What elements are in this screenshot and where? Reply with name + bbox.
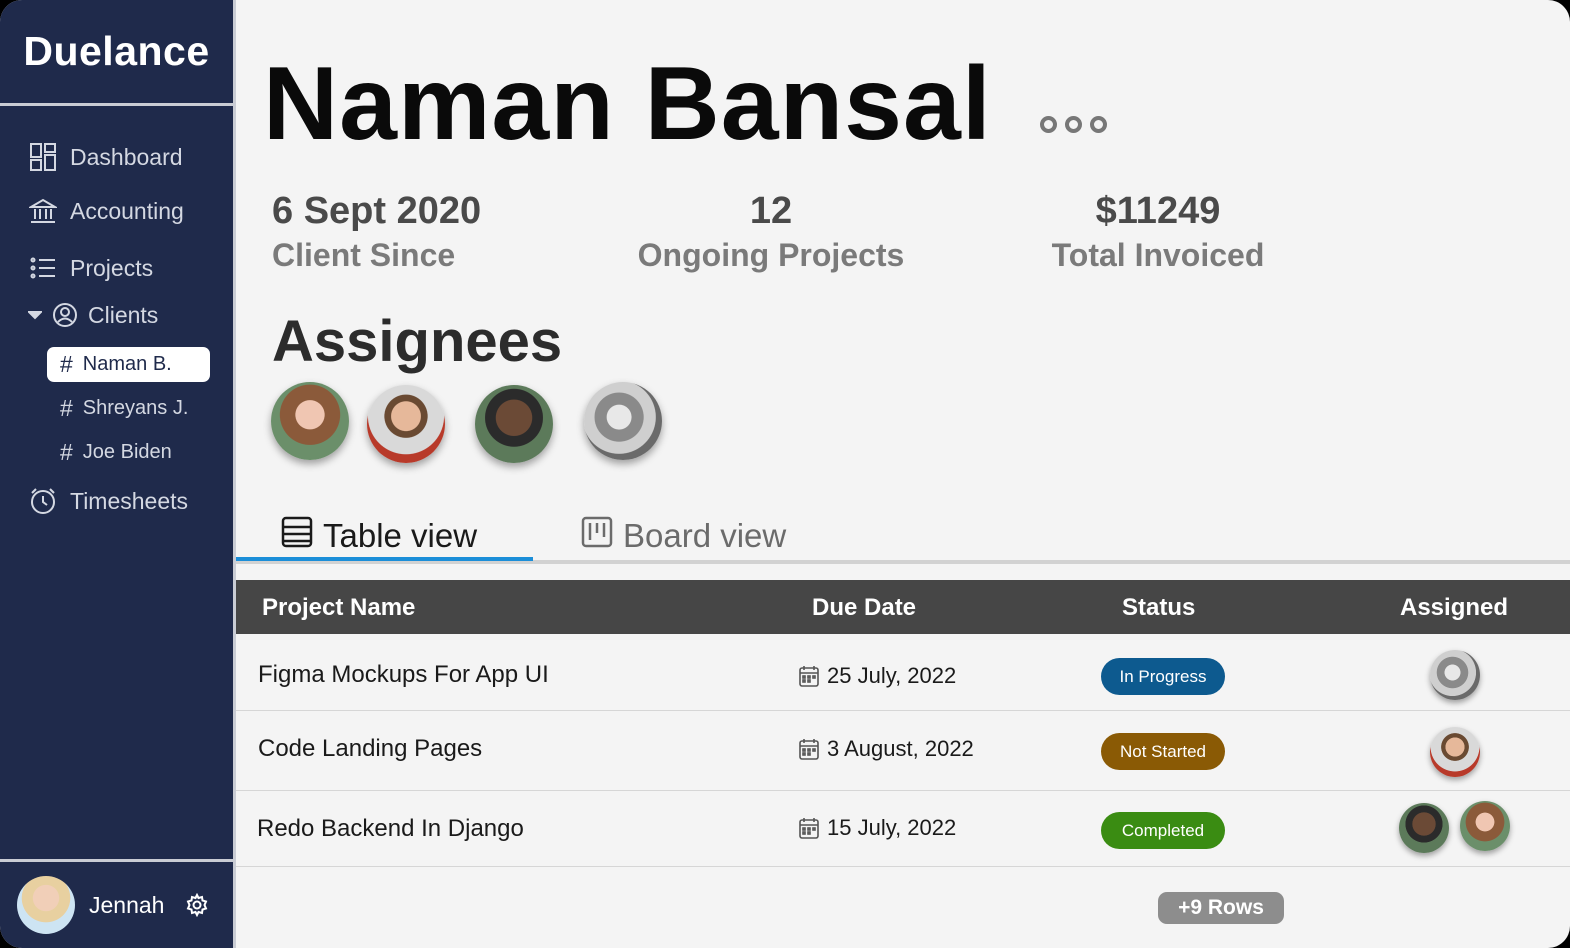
due-date: 3 August, 2022 (799, 736, 974, 762)
table-row[interactable]: Figma Mockups For App UI 25 July, 2022 I… (236, 634, 1570, 711)
sidebar-item-accounting[interactable]: Accounting (28, 196, 184, 226)
bank-icon (28, 196, 58, 226)
due-date: 15 July, 2022 (799, 815, 956, 841)
client-label: Naman B. (82, 353, 172, 375)
sidebar-item-dashboard[interactable]: Dashboard (28, 142, 183, 172)
status-badge[interactable]: Not Started (1101, 733, 1225, 770)
more-options-icon[interactable] (1040, 116, 1107, 133)
hash-icon: # (60, 395, 73, 421)
app-window: Duelance Dashboard Accounting Projects C… (0, 0, 1570, 948)
sidebar-item-label: Dashboard (70, 143, 183, 170)
board-icon (581, 516, 623, 556)
alarm-clock-icon (28, 486, 58, 516)
due-date-text: 15 July, 2022 (827, 815, 957, 840)
status-badge[interactable]: Completed (1101, 812, 1225, 849)
table-header: Project Name Due Date Status Assigned (236, 580, 1570, 634)
sidebar-item-label: Accounting (70, 197, 184, 224)
stat-client-since: 6 Sept 2020 Client Since (272, 190, 481, 274)
due-date-text: 3 August, 2022 (827, 736, 974, 761)
avatar[interactable] (1460, 801, 1510, 851)
stat-label: Total Invoiced (1051, 237, 1265, 273)
sidebar-item-label: Timesheets (70, 487, 189, 514)
stat-label: Client Since (272, 237, 456, 273)
calendar-icon (799, 739, 819, 760)
avatar[interactable] (584, 382, 662, 460)
due-date: 25 July, 2022 (799, 663, 956, 689)
column-header[interactable]: Assigned (1400, 594, 1508, 622)
column-header[interactable]: Due Date (812, 594, 916, 622)
avatar[interactable] (271, 382, 349, 460)
sidebar-item-label: Clients (88, 301, 159, 328)
list-icon (28, 253, 58, 283)
sidebar-item-clients[interactable]: Clients (26, 300, 158, 330)
user-name: Jennah (89, 891, 165, 918)
stat-value: 12 (749, 190, 793, 232)
projects-table: Project Name Due Date Status Assigned Fi… (236, 580, 1570, 867)
hash-icon: # (60, 351, 73, 377)
sidebar-item-projects[interactable]: Projects (28, 253, 153, 283)
avatar[interactable] (17, 876, 75, 934)
stat-ongoing-projects: 12 Ongoing Projects (633, 190, 909, 274)
stat-total-invoiced: $11249 Total Invoiced (1042, 190, 1274, 274)
sidebar-item-timesheets[interactable]: Timesheets (28, 486, 188, 516)
status-badge[interactable]: In Progress (1101, 658, 1225, 695)
active-tab-indicator (236, 557, 533, 561)
tab-table-view[interactable]: Table view (281, 516, 477, 556)
page-title: Naman Bansal (263, 46, 992, 162)
table-row[interactable]: Code Landing Pages 3 August, 2022 Not St… (236, 711, 1570, 791)
avatar[interactable] (1430, 650, 1480, 700)
project-name: Figma Mockups For App UI (258, 661, 549, 688)
hash-icon: # (60, 439, 73, 465)
client-label: Shreyans J. (82, 397, 189, 419)
column-header[interactable]: Project Name (262, 594, 415, 622)
avatar[interactable] (1399, 803, 1449, 853)
user-profile: Jennah (0, 859, 233, 948)
sidebar-item-label: Projects (70, 254, 154, 281)
stat-value: $11249 (1095, 190, 1221, 232)
stat-value: 6 Sept 2020 (272, 190, 482, 232)
stat-label: Ongoing Projects (637, 237, 905, 273)
user-circle-icon (50, 300, 80, 330)
calendar-icon (799, 818, 819, 839)
project-name: Redo Backend In Django (257, 815, 524, 842)
tab-label: Table view (323, 517, 478, 554)
caret-down-icon[interactable] (26, 300, 44, 330)
tab-board-view[interactable]: Board view (581, 516, 786, 556)
column-header[interactable]: Status (1122, 594, 1195, 622)
dashboard-icon (28, 142, 58, 172)
brand-logo: Duelance (0, 0, 233, 106)
sidebar: Duelance Dashboard Accounting Projects C… (0, 0, 236, 948)
due-date-text: 25 July, 2022 (827, 663, 957, 688)
tab-label: Board view (623, 517, 787, 554)
view-tabs: Table view Board view (236, 510, 1570, 564)
more-rows-button[interactable]: +9 Rows (1158, 892, 1284, 924)
avatar[interactable] (475, 385, 553, 463)
client-item-shreyans[interactable]: # Shreyans J. (47, 391, 210, 426)
client-item-naman[interactable]: # Naman B. (47, 347, 210, 382)
avatar[interactable] (367, 385, 445, 463)
table-row[interactable]: Redo Backend In Django 15 July, 2022 Com… (236, 791, 1570, 867)
project-name: Code Landing Pages (258, 735, 483, 762)
client-item-joe-biden[interactable]: # Joe Biden (47, 435, 210, 470)
gear-icon[interactable] (184, 892, 210, 918)
calendar-icon (799, 666, 819, 687)
avatar[interactable] (1430, 727, 1480, 777)
table-icon (281, 516, 323, 556)
client-label: Joe Biden (82, 441, 172, 463)
assignees-heading: Assignees (272, 309, 563, 374)
main-content: Naman Bansal 6 Sept 2020 Client Since 12… (236, 0, 1570, 948)
